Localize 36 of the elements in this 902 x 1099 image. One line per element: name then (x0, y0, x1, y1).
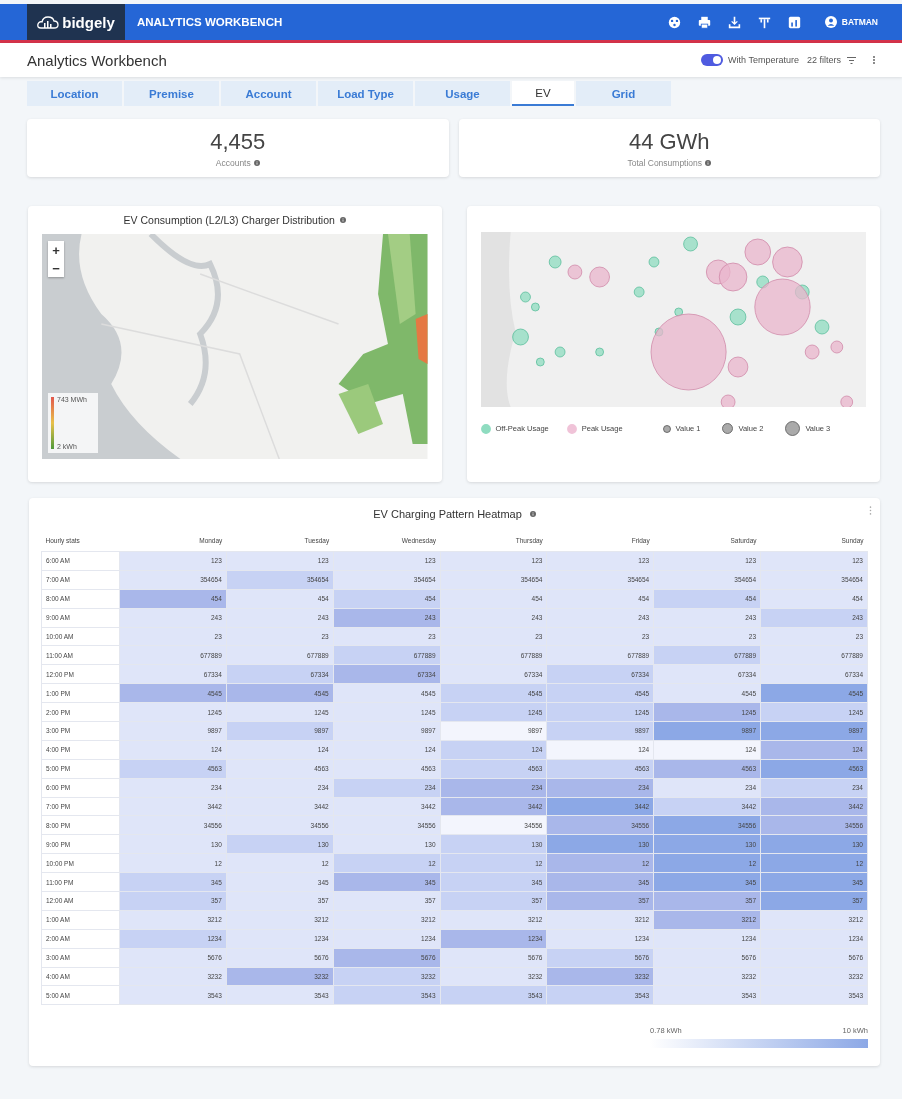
size-circle-icon (662, 424, 671, 433)
user-icon[interactable] (824, 16, 837, 28)
app-title: ANALYTICS WORKBENCH (137, 16, 284, 28)
kpi-value: 4,455 (210, 128, 266, 155)
chart-icon[interactable] (787, 15, 801, 29)
zoom-out-button[interactable]: − (48, 259, 64, 277)
tab[interactable]: Account (221, 81, 316, 106)
size-circle-icon (722, 423, 734, 434)
filters-count[interactable]: 22 filters (807, 55, 841, 65)
logo[interactable]: bidgely (27, 4, 125, 40)
page-title: Analytics Workbench (27, 51, 168, 69)
zoom-in-button[interactable]: + (48, 241, 64, 259)
size-circle-icon (785, 421, 801, 436)
temperature-toggle[interactable] (701, 54, 724, 66)
info-icon (253, 159, 260, 166)
tab[interactable]: Usage (415, 81, 510, 106)
antenna-icon[interactable] (757, 15, 771, 29)
kpi-label: Total Consumptions (627, 157, 703, 168)
kpi-value: 44 GWh (628, 128, 710, 155)
info-icon (529, 511, 536, 517)
user-name[interactable]: BATMAN (841, 17, 878, 27)
tab[interactable]: Location (27, 81, 122, 106)
chart-title: EV Consumption (L2/L3) Charger Distribution (123, 214, 335, 226)
tab[interactable]: Premise (124, 81, 219, 106)
info-icon (339, 217, 346, 223)
print-icon[interactable] (697, 15, 711, 29)
download-icon[interactable] (727, 15, 741, 29)
chart-title: EV Charging Pattern Heatmap (373, 508, 522, 520)
tab[interactable]: Load Type (318, 81, 413, 106)
color-scale-bar (51, 397, 54, 449)
filter-icon[interactable] (847, 56, 856, 64)
kpi-label: Accounts (215, 157, 251, 168)
toggle-label: With Temperature (728, 55, 799, 65)
info-icon (705, 159, 712, 166)
tab[interactable]: EV (512, 81, 574, 106)
tab[interactable]: Grid (576, 81, 671, 106)
